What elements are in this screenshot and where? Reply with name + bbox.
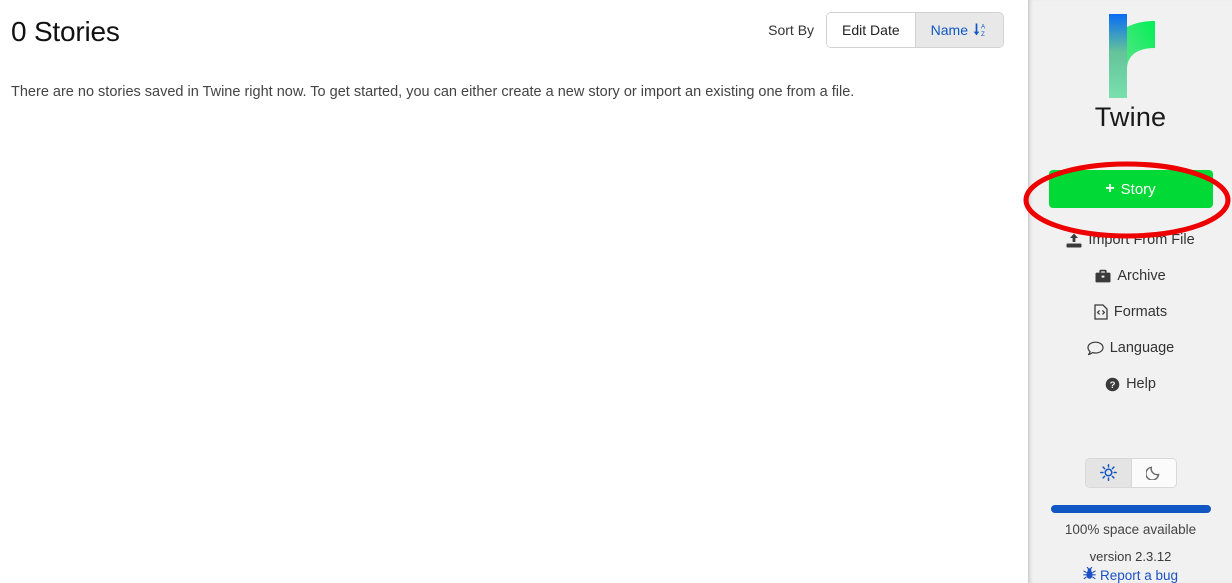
page-title: 0 Stories (11, 16, 120, 47)
sort-by-label: Sort By (768, 22, 815, 38)
file-code-icon (1094, 304, 1108, 321)
comment-icon (1087, 341, 1104, 356)
sidebar-item-archive[interactable]: Archive (1029, 258, 1232, 294)
plus-icon: + (1105, 180, 1115, 198)
sort-button-group: Edit Date Name A Z (826, 12, 1004, 48)
moon-icon (1144, 464, 1162, 483)
twine-logo-icon (1095, 12, 1167, 98)
svg-text:Z: Z (981, 31, 985, 38)
sort-edit-date-button[interactable]: Edit Date (827, 13, 915, 47)
sidebar-item-formats[interactable]: Formats (1029, 294, 1232, 330)
sidebar-item-label: Archive (1117, 268, 1166, 285)
brand-title: Twine (1094, 102, 1167, 132)
svg-text:?: ? (1110, 380, 1116, 391)
main-content: 0 Stories Sort By Edit Date Name A Z The… (0, 0, 1028, 583)
question-circle-icon: ? (1105, 377, 1120, 392)
sidebar-item-help[interactable]: ? Help (1029, 366, 1232, 402)
empty-state-message: There are no stories saved in Twine righ… (11, 84, 855, 100)
sidebar-item-label: Formats (1113, 304, 1168, 321)
story-button[interactable]: + Story (1048, 170, 1213, 209)
sidebar: Twine + Story Import From File Archive F… (1028, 0, 1232, 583)
story-button-label: Story (1120, 180, 1156, 198)
light-theme-button[interactable] (1085, 459, 1131, 488)
bug-icon (1083, 566, 1096, 583)
sidebar-item-label: Language (1109, 340, 1175, 357)
theme-toggle-group (1084, 458, 1177, 489)
sidebar-item-label: Import From File (1088, 232, 1195, 249)
storage-space-bar (1050, 505, 1211, 513)
svg-text:A: A (981, 24, 986, 31)
sort-name-button[interactable]: Name A Z (914, 13, 1003, 47)
sidebar-item-label: Help (1126, 376, 1156, 393)
briefcase-icon (1095, 269, 1111, 283)
version-label: version 2.3.12 (1089, 549, 1172, 564)
sort-name-label: Name (930, 22, 968, 38)
dark-theme-button[interactable] (1130, 459, 1176, 488)
sort-alpha-down-icon: A Z (973, 22, 988, 38)
sun-icon (1099, 463, 1117, 484)
report-a-bug-link[interactable]: Report a bug (1083, 566, 1179, 583)
sort-edit-date-label: Edit Date (842, 22, 900, 38)
storage-space-text: 100% space available (1064, 522, 1197, 537)
sidebar-item-import-from-file[interactable]: Import From File (1029, 222, 1232, 258)
sidebar-item-language[interactable]: Language (1029, 330, 1232, 366)
upload-icon (1066, 233, 1082, 248)
report-a-bug-label: Report a bug (1099, 567, 1179, 583)
sidebar-menu: Import From File Archive Formats Languag… (1029, 222, 1232, 402)
sort-controls: Sort By Edit Date Name A Z (768, 12, 1004, 48)
top-bar: 0 Stories Sort By Edit Date Name A Z (0, 0, 1028, 58)
twine-app-window: 0 Stories Sort By Edit Date Name A Z The… (0, 0, 1232, 583)
